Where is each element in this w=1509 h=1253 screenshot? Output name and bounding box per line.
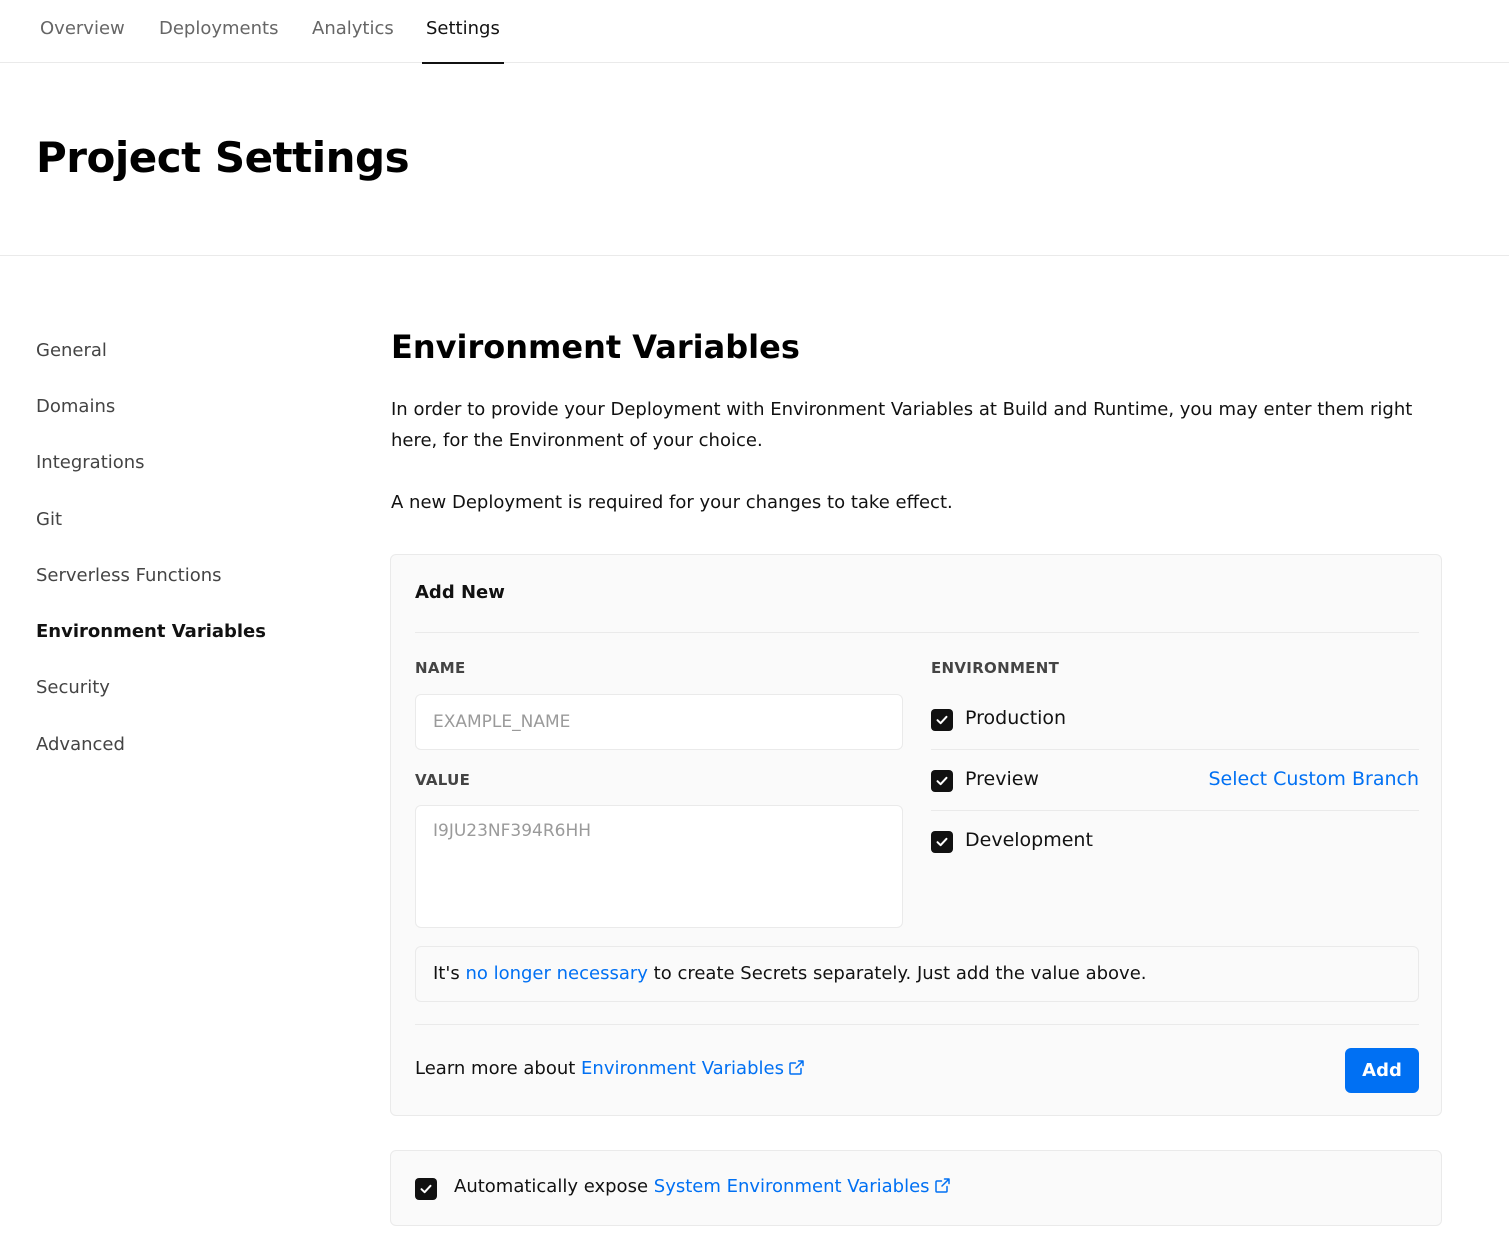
system-environment-variables-link[interactable]: System Environment Variables (654, 1176, 951, 1197)
environment-label: ENVIRONMENT (931, 659, 1060, 677)
development-checkbox[interactable] (931, 831, 953, 853)
name-label: NAME (415, 659, 466, 677)
sidebar-item-domains[interactable]: Domains (36, 395, 115, 419)
select-custom-branch-link[interactable]: Select Custom Branch (1208, 768, 1419, 790)
name-input[interactable] (415, 694, 903, 750)
page-title: Project Settings (36, 133, 410, 182)
env-row-preview: Preview Select Custom Branch (931, 750, 1419, 811)
checkmark-icon (936, 776, 948, 786)
env-row-development: Development (931, 811, 1419, 872)
preview-label: Preview (965, 768, 1039, 790)
checkmark-icon (420, 1184, 432, 1194)
value-label: VALUE (415, 771, 471, 789)
page-header: Project Settings (0, 63, 1509, 256)
add-button[interactable]: Add (1345, 1048, 1419, 1093)
add-new-title: Add New (415, 582, 505, 603)
secrets-note-prefix: It's (433, 963, 460, 984)
tab-settings[interactable]: Settings (422, 0, 504, 64)
section-description: In order to provide your Deployment with… (391, 399, 1413, 451)
external-link-icon (789, 1060, 804, 1075)
external-link-icon (934, 1178, 950, 1193)
checkmark-icon (936, 837, 948, 847)
learn-more-prefix: Learn more about (415, 1058, 576, 1079)
sidebar-item-serverless-functions[interactable]: Serverless Functions (36, 564, 222, 588)
sidebar-item-general[interactable]: General (36, 339, 107, 363)
tab-deployments[interactable]: Deployments (159, 0, 278, 63)
expose-system-vars-text: Automatically expose System Environment … (454, 1176, 951, 1197)
expose-system-vars-checkbox[interactable] (415, 1178, 437, 1200)
learn-more: Learn more about Environment Variables (415, 1058, 805, 1079)
system-env-vars-card: Automatically expose System Environment … (390, 1150, 1442, 1226)
checkmark-icon (936, 715, 948, 725)
env-row-production: Production (931, 689, 1419, 750)
production-checkbox[interactable] (931, 709, 953, 731)
section-title: Environment Variables (391, 328, 800, 366)
deployment-notice: A new Deployment is required for your ch… (391, 492, 953, 513)
value-input[interactable] (415, 805, 903, 928)
production-label: Production (965, 707, 1067, 729)
development-label: Development (965, 829, 1093, 851)
top-nav: Overview Deployments Analytics Settings (0, 0, 1509, 64)
sidebar-item-environment-variables[interactable]: Environment Variables (36, 620, 266, 644)
secrets-note: It's no longer necessary to create Secre… (415, 946, 1419, 1002)
divider (415, 632, 1419, 633)
no-longer-necessary-link[interactable]: no longer necessary (465, 963, 647, 984)
tab-analytics[interactable]: Analytics (312, 0, 394, 63)
preview-checkbox[interactable] (931, 770, 953, 792)
environment-variables-docs-link[interactable]: Environment Variables (581, 1058, 805, 1079)
expose-prefix: Automatically expose (454, 1176, 649, 1197)
sidebar-item-security[interactable]: Security (36, 676, 110, 700)
sidebar-item-git[interactable]: Git (36, 508, 62, 532)
tab-overview[interactable]: Overview (40, 0, 125, 63)
divider (415, 1024, 1419, 1025)
sidebar-item-advanced[interactable]: Advanced (36, 733, 125, 757)
sidebar-item-integrations[interactable]: Integrations (36, 451, 145, 475)
secrets-note-suffix: to create Secrets separately. Just add t… (653, 963, 1147, 984)
add-new-card: Add New NAME VALUE ENVIRONMENT Productio… (390, 554, 1442, 1116)
